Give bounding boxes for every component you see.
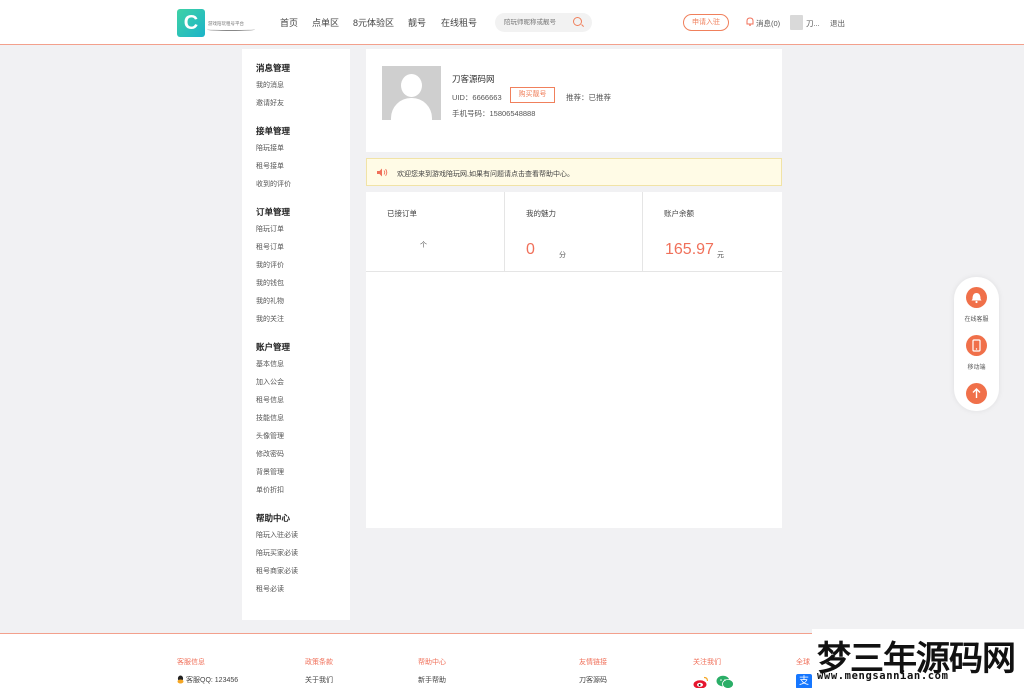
username[interactable]: 刀... bbox=[806, 18, 820, 29]
sidebar-item-merchant-guide[interactable]: 租号商家必读 bbox=[256, 566, 298, 576]
back-to-top-button[interactable] bbox=[966, 383, 987, 404]
user-avatar[interactable] bbox=[790, 15, 803, 30]
watermark-overlay: 梦三年源码网 www.mengsannian.com bbox=[812, 629, 1024, 688]
stat-balance[interactable]: 账户余额 165.97 元 bbox=[643, 192, 782, 272]
buy-pretty-number-button[interactable]: 购买靓号 bbox=[510, 87, 555, 103]
sidebar: 消息管理 我的消息 邀请好友 接单管理 陪玩接单 租号接单 收到的评价 订单管理… bbox=[242, 49, 350, 620]
footer-heading: 政策条款 bbox=[305, 659, 333, 666]
sidebar-item-companion-accept[interactable]: 陪玩接单 bbox=[256, 143, 284, 153]
stat-value: 165.97 bbox=[665, 241, 714, 258]
footer-heading: 客服信息 bbox=[177, 659, 205, 666]
notice-text: 欢迎您来到游戏陪玩网,如果有问题请点击查看帮助中心。 bbox=[397, 171, 574, 178]
nav-online-rent[interactable]: 在线租号 bbox=[441, 16, 477, 29]
sidebar-item-background-manage[interactable]: 背景管理 bbox=[256, 467, 284, 477]
profile-uid: UID：6666663 bbox=[452, 93, 502, 102]
apply-join-button[interactable]: 申请入驻 bbox=[683, 14, 729, 31]
messages-link[interactable]: 消息(0) bbox=[756, 18, 780, 29]
logo-text: 游戏陪玩租号平台 bbox=[208, 21, 245, 27]
footer-heading: 关注我们 bbox=[693, 659, 721, 666]
avatar-body-shape bbox=[391, 98, 432, 120]
stat-unit: 分 bbox=[559, 252, 566, 259]
top-header: C 游戏陪玩租号平台 首页 点单区 8元体验区 靓号 在线租号 申请入驻 消息(… bbox=[0, 0, 1024, 45]
site-logo[interactable]: C 游戏陪玩租号平台 bbox=[177, 9, 257, 39]
qq-icon bbox=[177, 675, 184, 684]
search-icon[interactable] bbox=[573, 17, 582, 26]
nav-home[interactable]: 首页 bbox=[280, 16, 298, 29]
footer-heading: 友情链接 bbox=[579, 659, 607, 666]
nav-order-zone[interactable]: 点单区 bbox=[312, 16, 339, 29]
stat-label: 我的魅力 bbox=[526, 209, 556, 218]
sidebar-item-avatar-manage[interactable]: 头像管理 bbox=[256, 431, 284, 441]
logo-mark: C bbox=[177, 9, 205, 37]
mobile-button[interactable] bbox=[966, 335, 987, 356]
mobile-phone-icon bbox=[972, 339, 981, 352]
avatar-head-shape bbox=[401, 74, 422, 97]
nav-trial-zone[interactable]: 8元体验区 bbox=[353, 16, 394, 29]
footer-about-link[interactable]: 关于我们 bbox=[305, 675, 333, 685]
nav-pretty-number[interactable]: 靓号 bbox=[408, 16, 426, 29]
footer-friend-link[interactable]: 刀客源码 bbox=[579, 675, 607, 685]
sidebar-item-join-guild[interactable]: 加入公会 bbox=[256, 377, 284, 387]
stat-charm[interactable]: 我的魅力 0 分 bbox=[505, 192, 642, 272]
sidebar-item-buyer-guide[interactable]: 陪玩买家必读 bbox=[256, 548, 298, 558]
stat-unit: 个 bbox=[420, 242, 427, 249]
sidebar-item-my-wallet[interactable]: 我的钱包 bbox=[256, 278, 284, 288]
sidebar-item-my-gifts[interactable]: 我的礼物 bbox=[256, 296, 284, 306]
search-box bbox=[495, 13, 592, 32]
profile-card: 刀客源码网 UID：6666663 购买靓号 推荐：已推荐 手机号码：15806… bbox=[366, 49, 782, 152]
sidebar-item-rent-accept[interactable]: 租号接单 bbox=[256, 161, 284, 171]
logout-link[interactable]: 退出 bbox=[830, 18, 845, 29]
search-input[interactable] bbox=[504, 17, 574, 28]
sidebar-section-title: 消息管理 bbox=[256, 63, 291, 73]
mobile-label: 移动端 bbox=[967, 365, 986, 371]
sidebar-item-received-reviews[interactable]: 收到的评价 bbox=[256, 179, 291, 189]
stat-value: 0 bbox=[526, 241, 535, 258]
arrow-up-icon bbox=[972, 388, 981, 398]
stats-panel: 已接订单 个 我的魅力 0 分 账户余额 165.97 元 bbox=[366, 192, 782, 272]
sidebar-item-companion-guide[interactable]: 陪玩入驻必读 bbox=[256, 530, 298, 540]
sidebar-item-my-follows[interactable]: 我的关注 bbox=[256, 314, 284, 324]
logo-swoosh bbox=[207, 28, 255, 31]
watermark-url: www.mengsannian.com bbox=[817, 670, 949, 682]
footer-heading: 全球 bbox=[796, 659, 810, 666]
sidebar-item-invite-friends[interactable]: 邀请好友 bbox=[256, 98, 284, 108]
sidebar-section-title: 账户管理 bbox=[256, 342, 291, 352]
wechat-icon[interactable] bbox=[716, 675, 734, 688]
sidebar-item-rent-info[interactable]: 租号信息 bbox=[256, 395, 284, 405]
sidebar-item-basic-info[interactable]: 基本信息 bbox=[256, 359, 284, 369]
main-panel: 刀客源码网 UID：6666663 购买靓号 推荐：已推荐 手机号码：15806… bbox=[366, 49, 782, 528]
online-service-label: 在线客服 bbox=[964, 317, 989, 323]
sidebar-section-title: 接单管理 bbox=[256, 126, 291, 136]
stat-label: 账户余额 bbox=[664, 209, 694, 218]
sidebar-section-title: 订单管理 bbox=[256, 207, 291, 217]
sidebar-item-change-password[interactable]: 修改密码 bbox=[256, 449, 284, 459]
stat-accepted-orders[interactable]: 已接订单 个 bbox=[366, 192, 504, 272]
stat-unit: 元 bbox=[717, 252, 724, 259]
profile-name: 刀客源码网 bbox=[452, 74, 495, 84]
sidebar-item-rent-guide[interactable]: 租号必读 bbox=[256, 584, 284, 594]
weibo-icon[interactable] bbox=[693, 676, 709, 688]
speaker-icon bbox=[377, 168, 388, 177]
sidebar-item-rent-orders[interactable]: 租号订单 bbox=[256, 242, 284, 252]
sidebar-item-my-reviews[interactable]: 我的评价 bbox=[256, 260, 284, 270]
recommend-status: 推荐：已推荐 bbox=[566, 93, 611, 102]
sidebar-item-companion-orders[interactable]: 陪玩订单 bbox=[256, 224, 284, 234]
stat-label: 已接订单 bbox=[387, 209, 417, 218]
footer-newbie-help-link[interactable]: 新手帮助 bbox=[418, 675, 446, 685]
profile-phone: 手机号码：15806548888 bbox=[452, 109, 536, 118]
sidebar-item-my-messages[interactable]: 我的消息 bbox=[256, 80, 284, 90]
sidebar-item-price-discount[interactable]: 单价折扣 bbox=[256, 485, 284, 495]
bell-icon[interactable] bbox=[746, 17, 754, 26]
sidebar-section-title: 帮助中心 bbox=[256, 513, 291, 523]
floating-toolbar: 在线客服 移动端 bbox=[954, 277, 999, 411]
chat-bubble-icon bbox=[971, 293, 982, 304]
notice-bar[interactable]: 欢迎您来到游戏陪玩网,如果有问题请点击查看帮助中心。 bbox=[366, 158, 782, 186]
sidebar-item-skill-info[interactable]: 技能信息 bbox=[256, 413, 284, 423]
online-service-button[interactable] bbox=[966, 287, 987, 308]
footer-heading: 帮助中心 bbox=[418, 659, 446, 666]
alipay-icon[interactable]: 支 bbox=[796, 674, 812, 688]
profile-avatar[interactable] bbox=[382, 66, 441, 120]
footer-service-qq[interactable]: 客服QQ: 123456 bbox=[186, 675, 238, 685]
